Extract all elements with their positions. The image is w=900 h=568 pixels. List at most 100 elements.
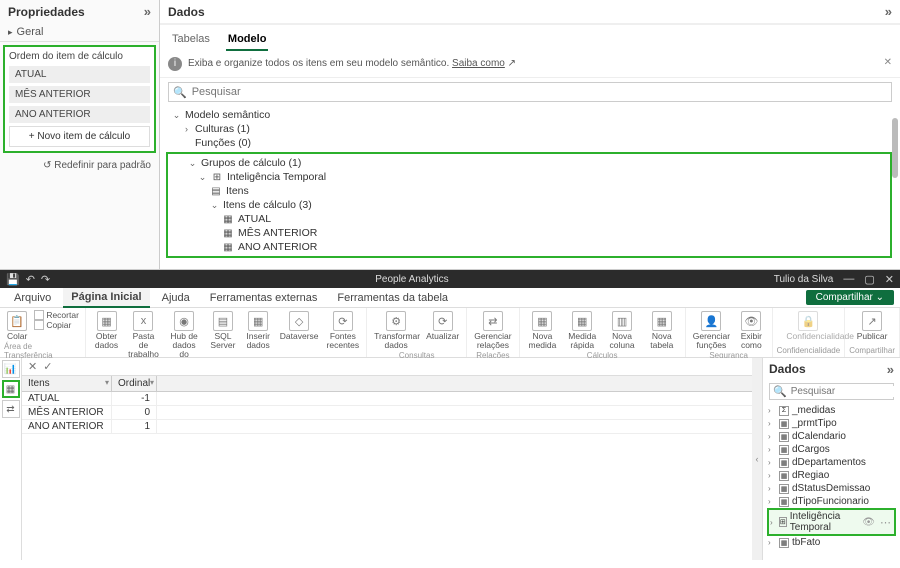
menu-ferramentas-tabela[interactable]: Ferramentas da tabela (329, 289, 456, 307)
paste-button[interactable]: 📋Colar (4, 310, 30, 342)
tree-intel-temporal[interactable]: ⌄⊞Inteligência Temporal (170, 170, 888, 184)
dataverse-button[interactable]: ◇Dataverse (277, 310, 322, 342)
close-icon[interactable]: ✕ (885, 273, 894, 286)
calc-groups-highlight: ⌄Grupos de cálculo (1) ⌄⊞Inteligência Te… (166, 152, 892, 258)
redo-icon[interactable]: ↷ (41, 273, 50, 286)
manage-roles-button[interactable]: 👤Gerenciar funções (690, 310, 733, 351)
menu-ajuda[interactable]: Ajuda (154, 289, 198, 307)
calc-order-item[interactable]: ATUAL (9, 66, 150, 83)
new-table-button[interactable]: ▦Nova tabela (643, 310, 681, 351)
group-compartilhar-label: Compartilhar (849, 346, 895, 355)
share-button[interactable]: Compartilhar ⌄ (806, 290, 894, 305)
cut-icon (34, 310, 44, 320)
tree-calc-items[interactable]: ⌄Itens de cálculo (3) (170, 198, 888, 212)
menu-arquivo[interactable]: Arquivo (6, 289, 59, 307)
enter-data-button[interactable]: ▦Inserir dados (242, 310, 275, 351)
field-item[interactable]: ›▦dRegiao (767, 469, 896, 482)
close-icon[interactable]: ✕ (884, 57, 892, 68)
field-item[interactable]: ›▦dCargos (767, 443, 896, 456)
new-column-button[interactable]: ▥Nova coluna (603, 310, 641, 351)
ribbon: 📋Colar Recortar Copiar Área de Transferê… (0, 308, 900, 358)
tree-cultures[interactable]: ›Culturas (1) (164, 122, 896, 136)
field-item[interactable]: ›▦_prmtTipo (767, 417, 896, 430)
refresh-button[interactable]: ⟳Atualizar (423, 310, 462, 342)
window-titlebar: 💾 ↶ ↷ People Analytics Tulio da Silva — … (0, 270, 900, 288)
tree-functions[interactable]: Funções (0) (164, 136, 896, 150)
reset-default-button[interactable]: Redefinir para padrão (0, 156, 159, 175)
publish-button[interactable]: ↗Publicar (854, 310, 891, 342)
visibility-icon[interactable]: 👁 (862, 517, 875, 528)
tree-items[interactable]: ▤Itens (170, 184, 888, 198)
field-item[interactable]: ›▦dTipoFuncionario (767, 495, 896, 508)
field-item[interactable]: ›▦dStatusDemissao (767, 482, 896, 495)
collapse-icon[interactable]: » (144, 4, 151, 19)
sql-button[interactable]: ▤SQL Server (206, 310, 239, 351)
new-calc-item-button[interactable]: Novo item de cálculo (9, 126, 150, 147)
maximize-icon[interactable]: ▢ (864, 273, 874, 286)
scrollbar[interactable] (892, 118, 898, 178)
tab-tables[interactable]: Tabelas (170, 29, 212, 51)
model-search-input[interactable] (191, 85, 887, 99)
field-item[interactable]: ›▦dDepartamentos (767, 456, 896, 469)
column-header-ordinal[interactable]: Ordinal▾ (112, 376, 157, 391)
field-item[interactable]: ›▦dCalendario (767, 430, 896, 443)
formula-bar[interactable]: ✕ ✓ (22, 358, 752, 376)
tree-calc-item[interactable]: ▦ATUAL (170, 212, 888, 226)
transform-data-button[interactable]: ⚙Transformar dados (371, 310, 421, 351)
column-header-items[interactable]: Itens▾ (22, 376, 112, 391)
table-icon: ▦ (779, 432, 789, 442)
collapse-pane-button[interactable]: ‹ (752, 358, 762, 560)
model-panel: Dados » Tabelas Modelo i Exiba e organiz… (160, 0, 900, 269)
menu-ferramentas-externas[interactable]: Ferramentas externas (202, 289, 326, 307)
chevron-down-icon[interactable]: ▾ (105, 378, 109, 387)
general-section[interactable]: Geral (0, 23, 159, 42)
column-icon: ▤ (210, 186, 222, 197)
commit-icon[interactable]: ✓ (43, 360, 52, 373)
save-icon[interactable]: 💾 (6, 273, 20, 286)
data-pane: Dados» 🔍 ›Σ_medidas ›▦_prmtTipo ›▦dCalen… (762, 358, 900, 560)
data-search-input[interactable] (791, 386, 900, 397)
manage-rel-button[interactable]: ⇄Gerenciar relações (471, 310, 514, 351)
collapse-icon[interactable]: » (887, 362, 894, 377)
copy-button[interactable]: Copiar (34, 320, 79, 330)
onelake-icon: ◉ (174, 311, 194, 331)
tree-calc-item[interactable]: ▦ANO ANTERIOR (170, 240, 888, 254)
table-row[interactable]: ATUAL-1 (22, 392, 752, 406)
field-item[interactable]: ›Σ_medidas (767, 404, 896, 417)
report-view-button[interactable]: 📊 (2, 360, 20, 378)
tree-calc-item[interactable]: ▦MÊS ANTERIOR (170, 226, 888, 240)
tree-calcgroups[interactable]: ⌄Grupos de cálculo (1) (170, 156, 888, 170)
recent-sources-button[interactable]: ⟳Fontes recentes (324, 310, 363, 351)
calc-order-item[interactable]: ANO ANTERIOR (9, 106, 150, 123)
quickmeasure-icon: ▦ (572, 311, 592, 331)
new-measure-button[interactable]: ▦Nova medida (524, 310, 562, 351)
chevron-down-icon[interactable]: ▾ (150, 378, 154, 387)
user-name[interactable]: Tulio da Silva (774, 274, 834, 285)
tab-model[interactable]: Modelo (226, 29, 269, 51)
table-view-button[interactable]: ▦ (2, 380, 20, 398)
tree-root[interactable]: ⌄Modelo semântico (164, 108, 896, 122)
table-row[interactable]: ANO ANTERIOR1 (22, 420, 752, 434)
cancel-icon[interactable]: ✕ (28, 360, 37, 373)
view-as-button[interactable]: 👁Exibir como (735, 310, 768, 351)
table-icon: ▦ (779, 445, 789, 455)
cut-button[interactable]: Recortar (34, 310, 79, 320)
quick-measure-button[interactable]: ▦Medida rápida (563, 310, 601, 351)
minimize-icon[interactable]: — (843, 273, 854, 285)
more-icon[interactable]: ⋯ (878, 516, 893, 529)
collapse-icon[interactable]: » (885, 4, 892, 19)
measure-icon: Σ (779, 406, 789, 416)
table-view: Itens▾ Ordinal▾ ATUAL-1 MÊS ANTERIOR0 AN… (22, 376, 752, 434)
field-item-intel-temporal[interactable]: ›⊞Inteligência Temporal👁⋯ (767, 508, 896, 536)
table-row[interactable]: MÊS ANTERIOR0 (22, 406, 752, 420)
calc-order-item[interactable]: MÊS ANTERIOR (9, 86, 150, 103)
model-search[interactable]: 🔍 (168, 82, 892, 102)
model-view-button[interactable]: ⇄ (2, 400, 20, 418)
data-pane-search[interactable]: 🔍 (769, 383, 894, 400)
get-data-button[interactable]: ▦Obter dados (90, 310, 123, 351)
menu-pagina-inicial[interactable]: Página Inicial (63, 288, 149, 308)
info-link[interactable]: Saiba como (452, 58, 505, 69)
undo-icon[interactable]: ↶ (26, 273, 35, 286)
field-item[interactable]: ›▦tbFato (767, 536, 896, 549)
sensitivity-button[interactable]: 🔒Confidencialidade (783, 310, 833, 342)
